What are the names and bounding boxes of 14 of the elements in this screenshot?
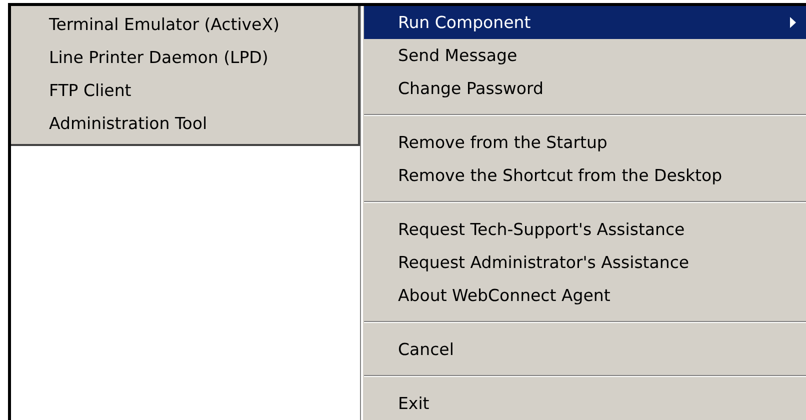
menu-item[interactable]: Run Component	[364, 6, 806, 39]
menu-item[interactable]: Cancel	[364, 333, 806, 366]
menu-item[interactable]: Request Tech-Support's Assistance	[364, 213, 806, 246]
menu-item[interactable]: About WebConnect Agent	[364, 279, 806, 312]
menu-item[interactable]: Remove from the Startup	[364, 126, 806, 159]
menu-item[interactable]: Remove the Shortcut from the Desktop	[364, 159, 806, 192]
menu-item[interactable]: Exit	[364, 387, 806, 420]
menu-item[interactable]: Request Administrator's Assistance	[364, 246, 806, 279]
submenu-item[interactable]: FTP Client	[11, 74, 358, 107]
submenu-item[interactable]: Administration Tool	[11, 107, 358, 140]
submenu-item[interactable]: Terminal Emulator (ActiveX)	[11, 8, 358, 41]
menu-item[interactable]: Send Message	[364, 39, 806, 72]
submenu-item[interactable]: Line Printer Daemon (LPD)	[11, 41, 358, 74]
menu-item[interactable]: Change Password	[364, 72, 806, 105]
